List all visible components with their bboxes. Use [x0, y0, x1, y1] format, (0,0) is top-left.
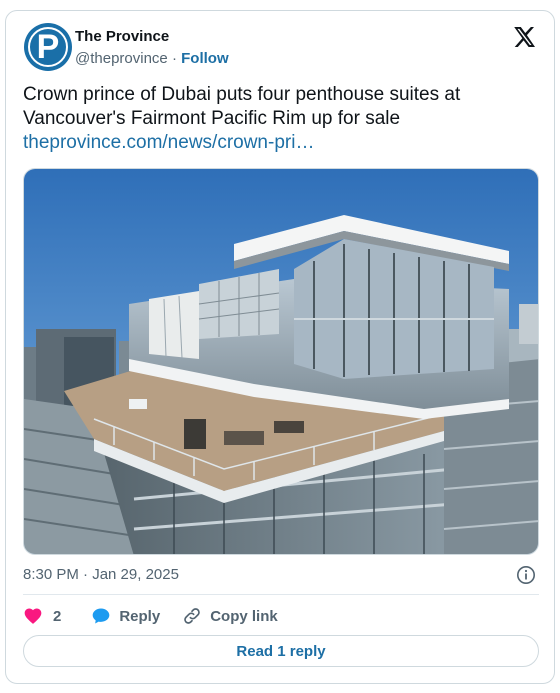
author-name[interactable]: The Province [75, 28, 169, 45]
author-handle-row: @theprovince · Follow [75, 50, 229, 67]
tweet-timestamp[interactable]: 8:30 PM · Jan 29, 2025 [23, 566, 179, 583]
like-button[interactable]: 2 [23, 606, 91, 626]
author-avatar[interactable]: P [24, 23, 72, 71]
read-replies-button[interactable]: Read 1 reply [23, 635, 539, 667]
follow-button[interactable]: Follow [181, 50, 229, 67]
action-bar: 2 Reply Copy link [23, 604, 278, 628]
x-logo-icon[interactable] [512, 25, 536, 49]
reply-label: Reply [119, 607, 161, 625]
tweet-photo[interactable] [23, 168, 539, 555]
author-handle[interactable]: @theprovince [75, 50, 168, 67]
chat-bubble-icon [93, 608, 110, 624]
divider [23, 594, 539, 595]
reply-button[interactable]: Reply [91, 606, 182, 626]
copy-link-button[interactable]: Copy link [182, 606, 278, 626]
like-count: 2 [53, 607, 62, 625]
copy-link-label: Copy link [210, 607, 278, 625]
article-link[interactable]: theprovince.com/news/crown-pri… [23, 131, 314, 155]
penthouse-building-image [24, 169, 538, 554]
heart-icon [24, 608, 42, 624]
link-icon [184, 608, 200, 624]
tweet-card: P The Province @theprovince · Follow Cro… [5, 10, 555, 684]
handle-separator: · [167, 50, 182, 67]
tweet-text: Crown prince of Dubai puts four penthous… [23, 84, 461, 129]
info-icon[interactable] [516, 565, 536, 585]
avatar-letter: P [28, 27, 68, 67]
